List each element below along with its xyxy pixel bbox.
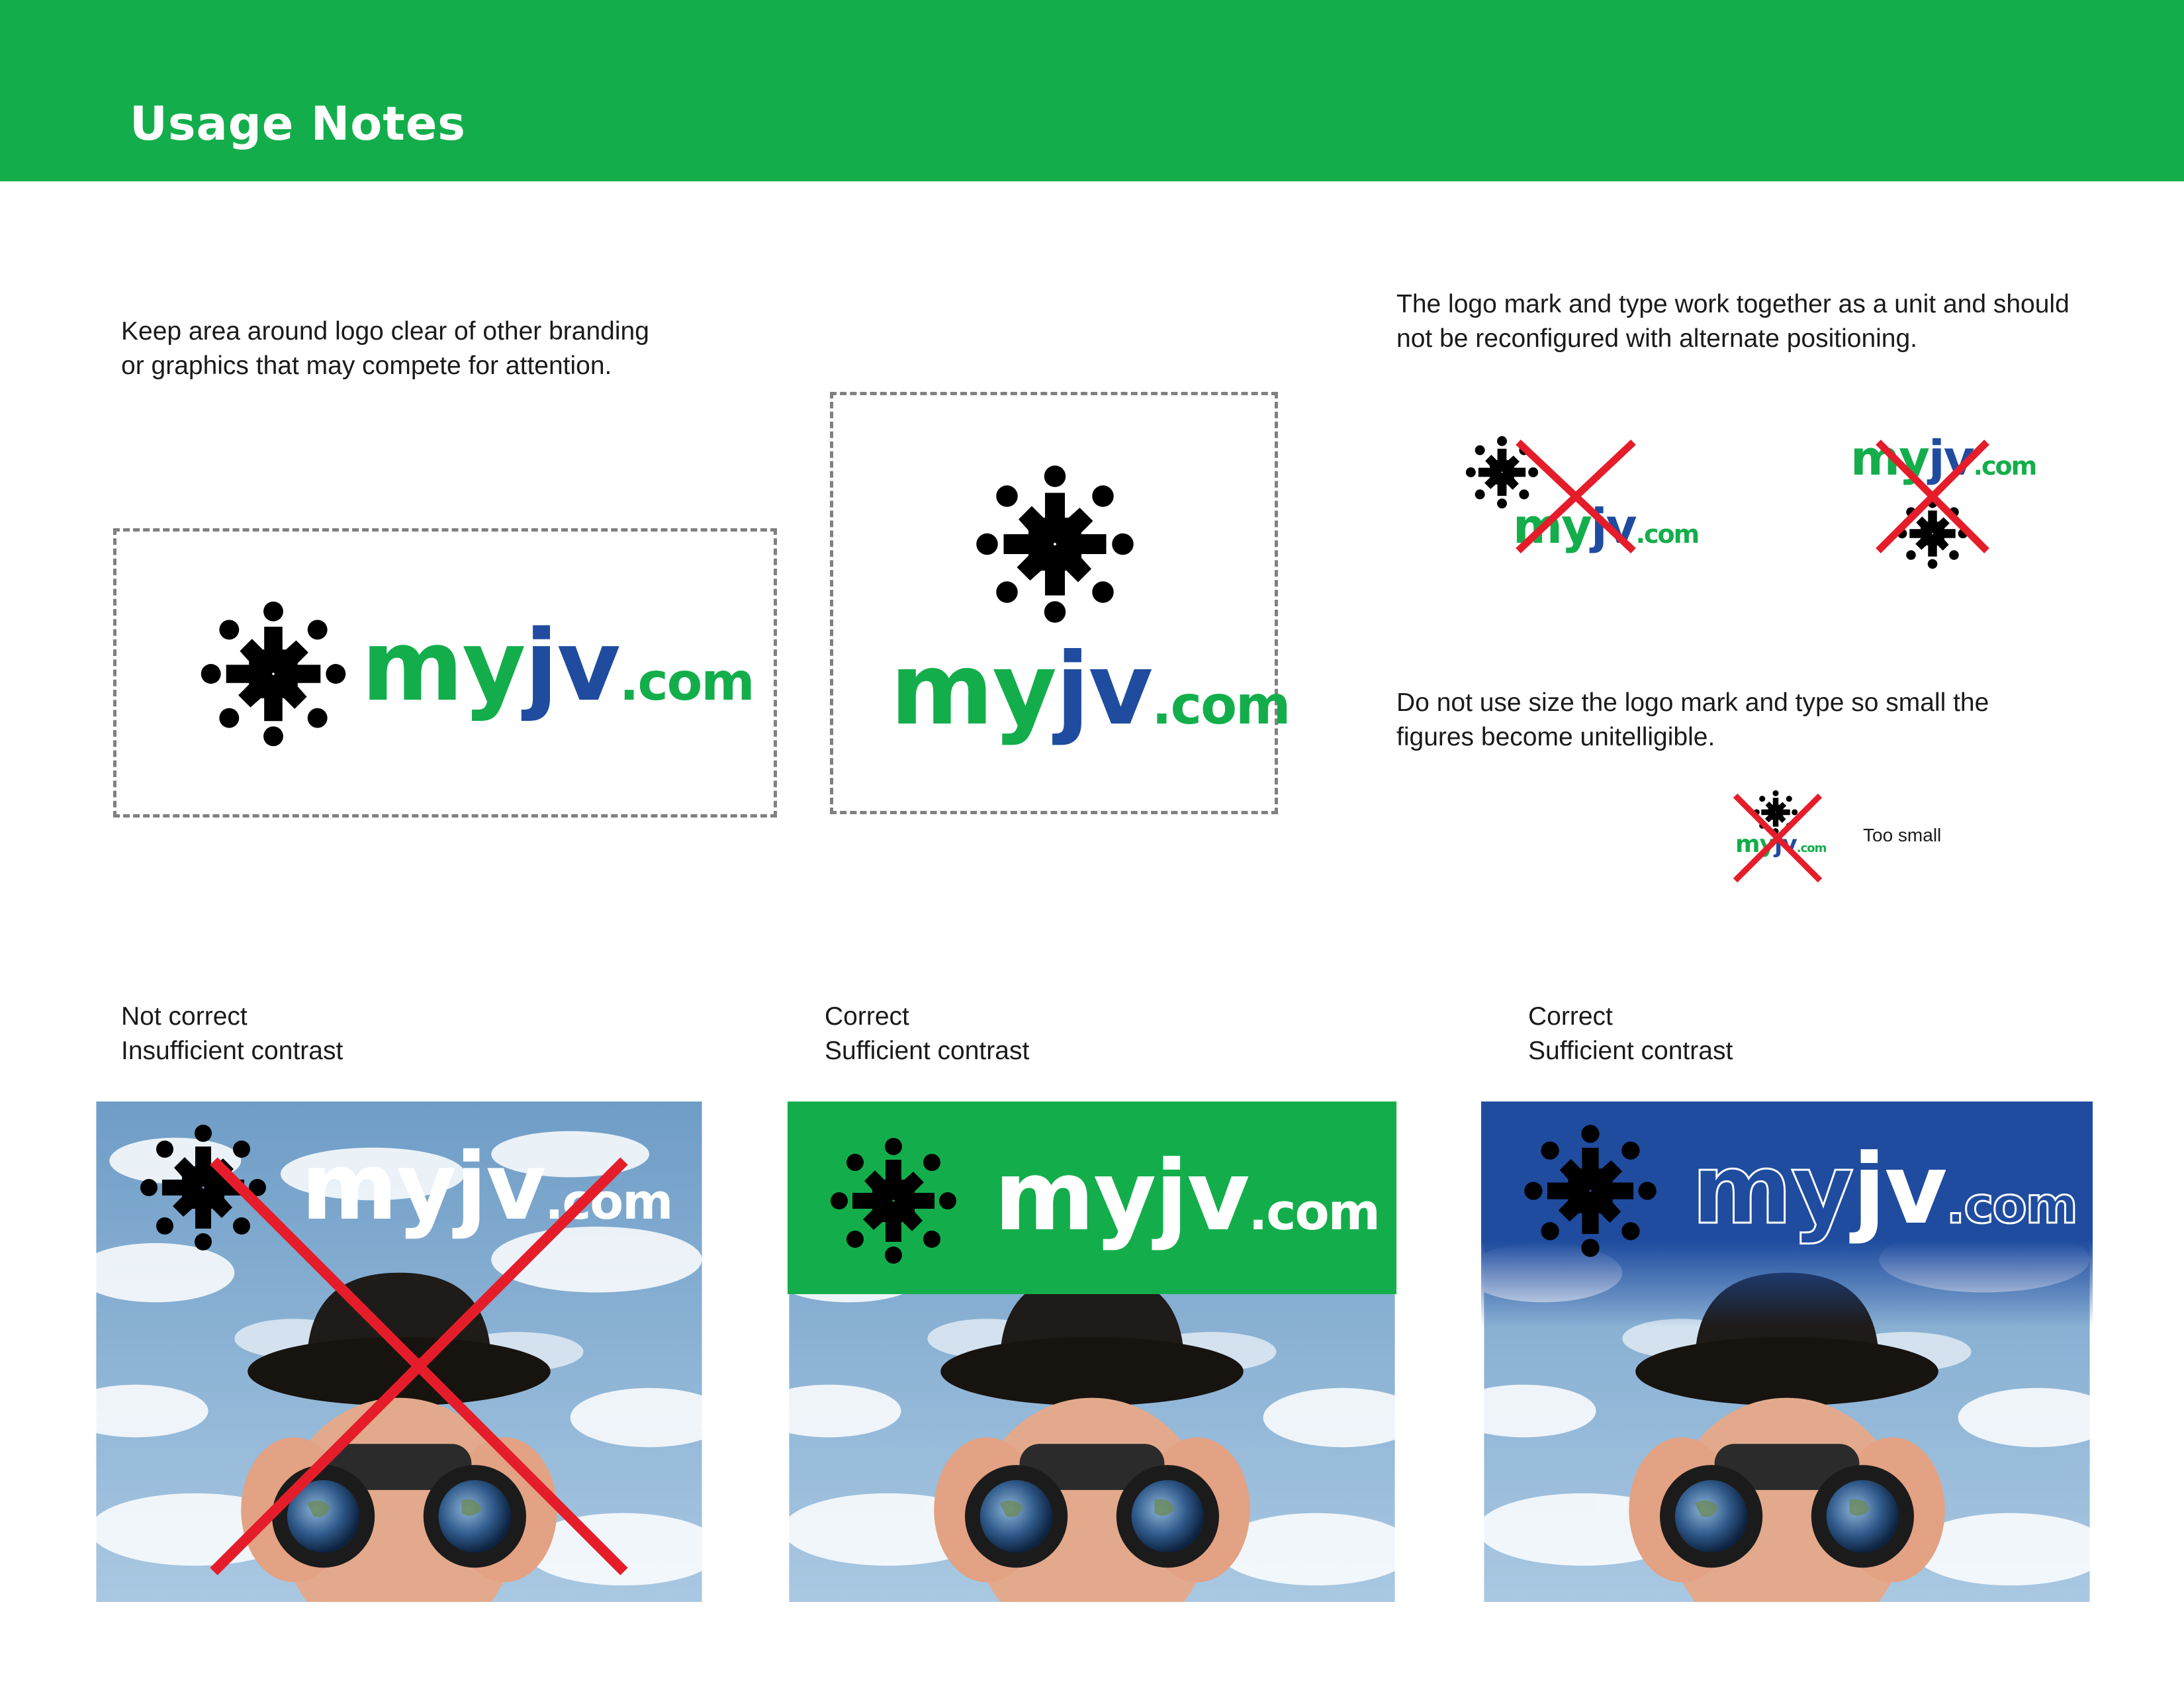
note-line: figures become unitelligible. <box>1396 723 1715 751</box>
people-circle-logo-icon <box>972 461 1138 627</box>
example-reason: Sufficient contrast <box>1528 1037 1733 1065</box>
clear-space-box-stacked: myjv.com <box>830 392 1291 814</box>
logo-jv: jv <box>1155 1140 1250 1252</box>
red-x-mark <box>1876 440 1989 553</box>
unit-note: The logo mark and type work together as … <box>1396 287 2158 356</box>
logo-my: my <box>994 1140 1156 1252</box>
example-reason: Insufficient contrast <box>121 1037 343 1065</box>
incorrect-reconfigured-logo-1: myjv.com <box>1463 430 1700 563</box>
people-circle-logo-icon <box>1521 1121 1660 1260</box>
logo-wordmark: myjv.com <box>890 632 1291 762</box>
too-small-logo-example: myjv.com <box>1729 789 1828 887</box>
red-x-mark <box>1516 439 1636 554</box>
logo-jv: jv <box>1056 632 1153 747</box>
people-circle-logo-icon <box>827 1135 960 1267</box>
logo-jv: jv <box>1852 1133 1947 1246</box>
incorrect-reconfigured-logo-2: myjv.com <box>1846 430 2037 576</box>
logo-com: .com <box>1152 675 1291 736</box>
note-line: Keep area around logo clear of other bra… <box>121 317 649 346</box>
logo-wordmark: myjv.com <box>361 609 755 739</box>
example-status: Not correct <box>121 1002 248 1031</box>
header-bar: Usage Notes <box>0 0 2184 181</box>
logo-wordmark: myjv.com <box>994 1140 1381 1267</box>
people-circle-logo-icon <box>197 598 349 750</box>
example-caption-3: Correct Sufficient contrast <box>1528 1000 2124 1068</box>
example-photo-green-band: myjv.com <box>788 1102 1396 1602</box>
clear-space-note: Keep area around logo clear of other bra… <box>121 314 783 383</box>
note-line: The logo mark and type work together as … <box>1396 290 2070 318</box>
logo-jv: jv <box>524 609 621 723</box>
logo-my: my <box>1690 1133 1854 1246</box>
note-line: or graphics that may compete for attenti… <box>121 352 612 380</box>
example-reason: Sufficient contrast <box>825 1037 1030 1065</box>
too-small-label: Too small <box>1863 825 1942 845</box>
size-note: Do not use size the logo mark and type s… <box>1396 686 2158 755</box>
example-caption-1: Not correct Insufficient contrast <box>121 1000 717 1068</box>
red-x-mark <box>1733 793 1823 883</box>
logo-my: my <box>361 609 526 723</box>
logo-my: my <box>890 632 1057 747</box>
logo-wordmark: myjv.com <box>1690 1133 2079 1260</box>
example-status: Correct <box>825 1002 909 1031</box>
note-line: Do not use size the logo mark and type s… <box>1396 688 1989 717</box>
example-caption-2: Correct Sufficient contrast <box>825 1000 1420 1068</box>
red-x-mark <box>210 1157 628 1575</box>
logo-com: .com <box>1945 1175 2079 1236</box>
page-title: Usage Notes <box>130 97 466 151</box>
logo-com: .com <box>619 653 755 712</box>
example-photo-blue-band: myjv.com <box>1481 1102 2093 1602</box>
example-status: Correct <box>1528 1002 1613 1031</box>
logo-com: .com <box>1635 520 1700 549</box>
clear-space-box-horizontal: myjv.com <box>113 528 777 818</box>
example-photo-insufficient-contrast: myjv.com <box>95 1102 704 1602</box>
note-line: not be reconfigured with alternate posit… <box>1396 324 1918 353</box>
logo-com: .com <box>1248 1182 1381 1241</box>
